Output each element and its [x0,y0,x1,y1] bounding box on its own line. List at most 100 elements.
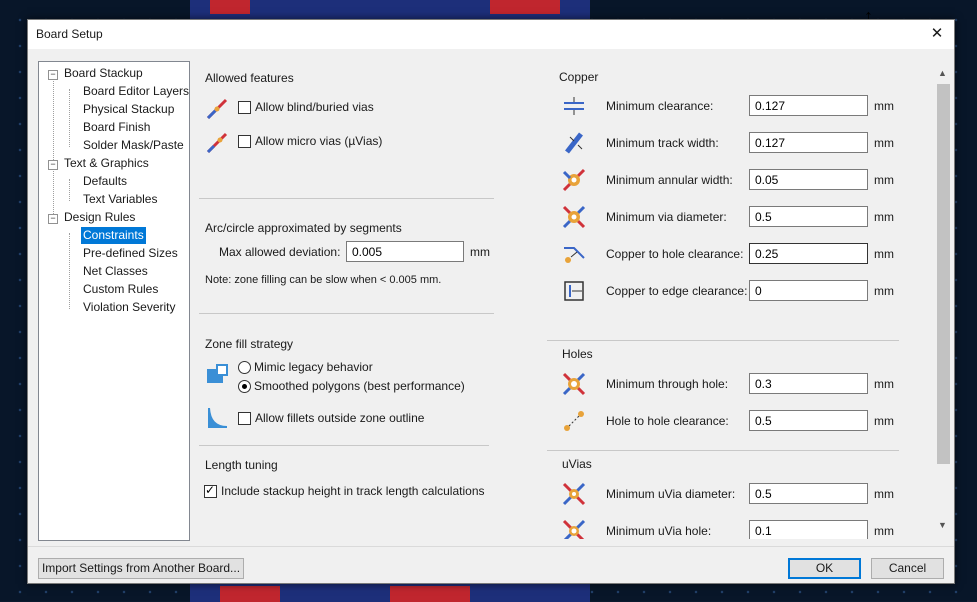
copper-rule-label: Copper to edge clearance: [606,284,748,298]
tree-item-predefined-sizes[interactable]: Pre-defined Sizes [81,245,180,262]
copper-rule-label: Copper to hole clearance: [606,247,744,261]
holes-rule-unit: mm [874,377,894,391]
pcb-canvas-top [190,0,590,20]
allowed-features-title: Allowed features [205,71,294,85]
copper-rule-input[interactable] [749,95,868,116]
uvias-rule-input[interactable] [749,520,868,539]
scrollbar-thumb[interactable] [937,84,950,464]
include-stackup-label: Include stackup height in track length c… [221,484,485,498]
fillet-icon [208,408,227,428]
copper-rule-unit: mm [874,284,894,298]
mimic-legacy-radio[interactable] [238,361,251,374]
copper-rule-input[interactable] [749,132,868,153]
tree-item-physical-stackup[interactable]: Physical Stackup [81,101,176,118]
footer-divider [28,546,954,547]
via-diameter-icon [562,205,586,229]
divider [547,450,899,451]
tree-item-defaults[interactable]: Defaults [81,173,129,190]
tree-item-design-rules[interactable]: Design Rules [62,209,137,226]
copper-rule-label: Minimum annular width: [606,173,733,187]
copper-rule-unit: mm [874,173,894,187]
scroll-down-arrow-icon[interactable]: ▼ [938,520,947,530]
include-stackup-checkbox[interactable] [204,483,217,498]
holes-rule-label: Minimum through hole: [606,377,729,391]
ok-button[interactable]: OK [788,558,861,579]
max-deviation-input[interactable] [346,241,464,262]
divider [199,313,494,314]
uvias-rule-label: Minimum uVia diameter: [606,487,736,501]
copper-rule-input[interactable] [749,280,868,301]
copper-rule-unit: mm [874,247,894,261]
copper-section-title: Copper [559,70,599,84]
tree-item-solder-mask-paste[interactable]: Solder Mask/Paste [81,137,186,154]
allow-micro-vias-checkbox[interactable] [238,135,251,148]
smoothed-polygons-label: Smoothed polygons (best performance) [254,379,465,393]
uvias-rule-unit: mm [874,487,894,501]
tree-item-board-editor-layers[interactable]: Board Editor Layers [81,83,191,100]
cancel-button[interactable]: Cancel [871,558,944,579]
zone-fill-icon [207,364,228,383]
tree-item-board-stackup[interactable]: Board Stackup [62,65,145,82]
smoothed-polygons-radio[interactable] [238,380,251,393]
vertical-scrollbar[interactable]: ▲ ▼ [934,64,950,534]
copper-rule-input[interactable] [749,243,868,264]
tree-item-net-classes[interactable]: Net Classes [81,263,150,280]
annular-width-icon [562,168,586,192]
uvias-rule-label: Minimum uVia hole: [606,524,712,538]
close-button[interactable]: ✕ [924,22,950,46]
tree-item-board-finish[interactable]: Board Finish [81,119,152,136]
copper-rule-unit: mm [874,210,894,224]
copper-rule-input[interactable] [749,206,868,227]
copper-rule-label: Minimum via diameter: [606,210,727,224]
scroll-up-arrow-icon[interactable]: ▲ [938,68,947,78]
collapse-icon[interactable]: − [48,70,58,80]
collapse-icon[interactable]: − [48,214,58,224]
mimic-legacy-label: Mimic legacy behavior [254,360,373,374]
holes-section-title: Holes [562,347,593,361]
pcb-canvas-bottom [190,582,590,602]
settings-tree[interactable]: − − − Board Stackup Board Editor Layers … [38,61,190,541]
copper-rule-input[interactable] [749,169,868,190]
max-deviation-unit: mm [470,245,490,259]
tree-item-text-graphics[interactable]: Text & Graphics [62,155,151,172]
hole-to-hole-icon [564,411,584,431]
allow-blind-vias-checkbox[interactable] [238,101,251,114]
track-width-icon [565,132,583,154]
copper-rule-unit: mm [874,136,894,150]
uvias-rule-input[interactable] [749,483,868,504]
import-settings-button[interactable]: Import Settings from Another Board... [38,558,244,579]
uvia-diameter-icon [562,482,586,506]
divider [547,340,899,341]
copper-rule-unit: mm [874,99,894,113]
arc-section-title: Arc/circle approximated by segments [205,221,402,235]
allow-blind-vias-label: Allow blind/buried vias [255,100,374,114]
tree-item-constraints[interactable]: Constraints [81,227,146,244]
holes-rule-label: Hole to hole clearance: [606,414,729,428]
blind-via-icon [206,98,228,120]
clearance-icon [564,97,584,115]
max-deviation-label: Max allowed deviation: [219,245,341,259]
holes-rule-unit: mm [874,414,894,428]
window-title: Board Setup [36,27,103,41]
divider [199,198,494,199]
tree-item-violation-severity[interactable]: Violation Severity [81,299,178,316]
divider [199,445,489,446]
holes-rule-input[interactable] [749,410,868,431]
board-setup-dialog: Board Setup ✕ − − − Board Stackup Board … [27,19,955,584]
allow-fillets-checkbox[interactable] [238,412,251,425]
copper-rule-label: Minimum clearance: [606,99,714,113]
uvias-section-title: uVias [562,457,592,471]
collapse-icon[interactable]: − [48,160,58,170]
uvias-rule-unit: mm [874,524,894,538]
zone-fill-note: Note: zone filling can be slow when < 0.… [205,274,442,286]
tree-item-custom-rules[interactable]: Custom Rules [81,281,160,298]
hole-clearance-icon [564,247,585,263]
holes-rule-input[interactable] [749,373,868,394]
length-tuning-title: Length tuning [205,458,278,472]
uvia-hole-icon [562,519,586,539]
copper-rule-label: Minimum track width: [606,136,719,150]
micro-via-icon [206,132,228,154]
edge-clearance-icon [564,281,584,301]
tree-item-text-variables[interactable]: Text Variables [81,191,159,208]
zone-fill-title: Zone fill strategy [205,337,294,351]
